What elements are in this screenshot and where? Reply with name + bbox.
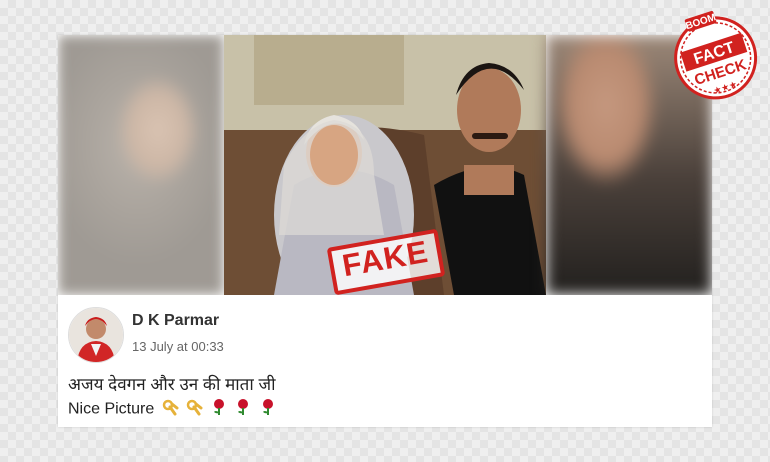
- post-text-line2: Nice Picture: [68, 398, 277, 421]
- blurred-photo-left: [58, 35, 224, 295]
- ok-hand-icon: [161, 398, 179, 421]
- post-text-line1: अजय देवगन और उन की माता जी: [68, 375, 276, 394]
- ok-hand-icon: [185, 398, 203, 421]
- author-name[interactable]: D K Parmar: [132, 312, 219, 330]
- rose-icon: [210, 398, 228, 421]
- rose-icon: [234, 398, 252, 421]
- post-card: D K Parmar 13 July at 00:33 अजय देवगन और…: [58, 35, 712, 427]
- post-timestamp[interactable]: 13 July at 00:33: [132, 339, 224, 354]
- post-text-line2-label: Nice Picture: [68, 400, 155, 418]
- rose-icon: [259, 398, 277, 421]
- avatar[interactable]: [68, 307, 124, 363]
- fact-check-badge: BOOM FACT CHECK ★★★: [665, 6, 765, 106]
- facebook-post: D K Parmar 13 July at 00:33 अजय देवगन और…: [58, 297, 712, 427]
